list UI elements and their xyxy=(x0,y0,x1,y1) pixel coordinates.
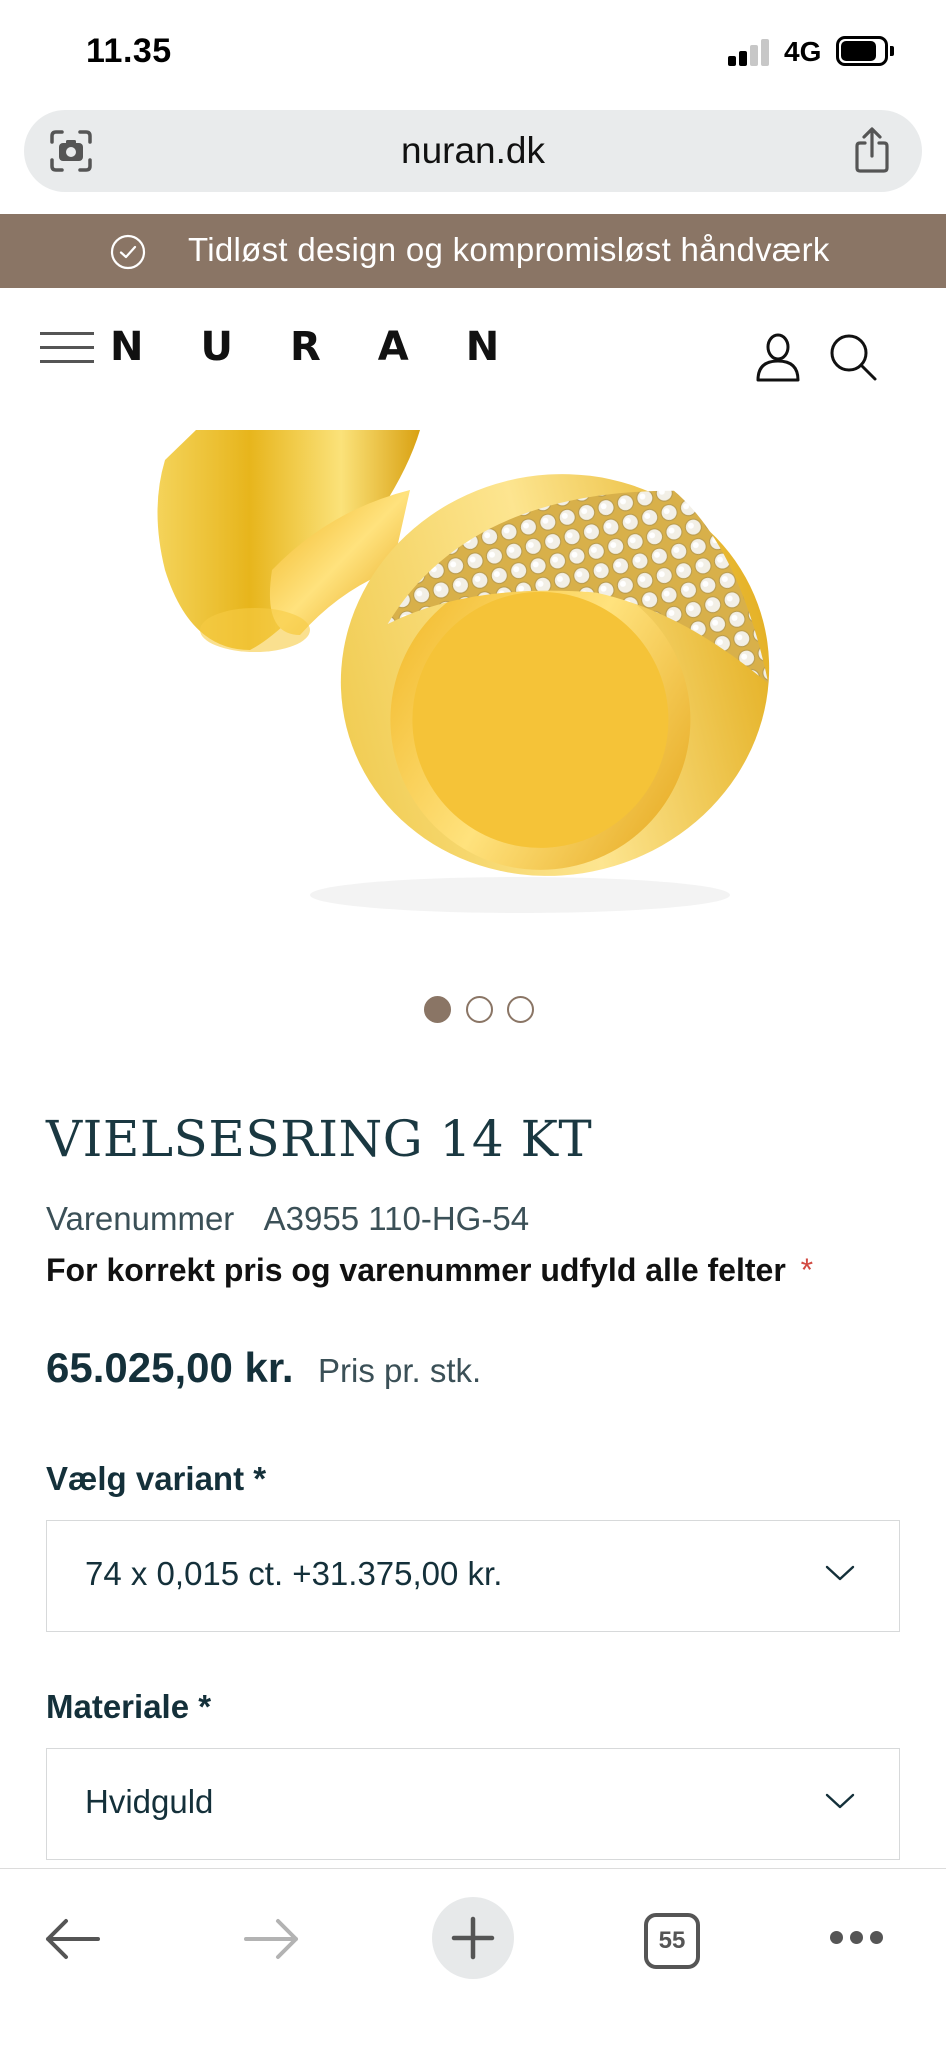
more-options-icon[interactable] xyxy=(830,1931,884,1945)
variant-label: Vælg variant * xyxy=(46,1460,267,1497)
sku-value: A3955 110-HG-54 xyxy=(263,1200,530,1237)
material-select-value: Hvidguld xyxy=(85,1783,214,1820)
carousel-dots xyxy=(424,996,534,1024)
pricing-notice-text: For korrekt pris og varenummer udfyld al… xyxy=(46,1252,786,1288)
hamburger-menu-icon[interactable] xyxy=(40,330,94,366)
price-note: Pris pr. stk. xyxy=(318,1352,482,1389)
announcement-text: Tidløst design og kompromisløst håndværk xyxy=(188,231,830,268)
sku-row: Varenummer A3955 110-HG-54 xyxy=(46,1200,529,1238)
pricing-notice: For korrekt pris og varenummer udfyld al… xyxy=(46,1252,813,1289)
signal-icon xyxy=(728,38,772,66)
carousel-dot-1[interactable] xyxy=(424,996,451,1023)
product-title: VIELSESRING 14 KT xyxy=(46,1110,593,1168)
battery-icon xyxy=(836,36,894,66)
carousel-dot-2[interactable] xyxy=(466,996,493,1023)
address-bar[interactable]: nuran.dk xyxy=(24,110,922,192)
chevron-down-icon xyxy=(825,1565,855,1581)
product-price: 65.025,00 kr. xyxy=(46,1344,294,1391)
sku-label: Varenummer xyxy=(46,1200,235,1237)
site-header: NURAN xyxy=(0,288,946,408)
product-image[interactable] xyxy=(0,420,946,940)
variant-select-value: 74 x 0,015 ct. +31.375,00 kr. xyxy=(85,1555,503,1592)
material-select[interactable]: Hvidguld xyxy=(46,1748,900,1860)
material-label: Materiale * xyxy=(46,1688,212,1725)
forward-arrow-icon[interactable] xyxy=(242,1917,302,1961)
tabs-button[interactable]: 55 xyxy=(644,1913,700,1969)
site-logo[interactable]: NURAN xyxy=(110,324,556,370)
carousel-dot-3[interactable] xyxy=(507,996,534,1023)
plus-icon xyxy=(451,1916,495,1960)
check-circle-icon xyxy=(110,234,146,270)
new-tab-button[interactable] xyxy=(432,1897,514,1979)
variant-select[interactable]: 74 x 0,015 ct. +31.375,00 kr. xyxy=(46,1520,900,1632)
price-row: 65.025,00 kr. Pris pr. stk. xyxy=(46,1344,481,1392)
browser-toolbar: 55 xyxy=(0,1868,946,2047)
back-arrow-icon[interactable] xyxy=(42,1917,102,1961)
status-time: 11.35 xyxy=(86,32,172,70)
search-icon[interactable] xyxy=(828,332,878,382)
account-icon[interactable] xyxy=(754,332,802,382)
chevron-down-icon xyxy=(825,1793,855,1809)
url-text[interactable]: nuran.dk xyxy=(24,130,922,172)
share-icon[interactable] xyxy=(852,126,892,174)
announcement-bar: Tidløst design og kompromisløst håndværk xyxy=(0,214,946,288)
wedding-rings-image xyxy=(157,430,770,913)
required-mark: * xyxy=(800,1252,814,1288)
status-bar: 11.35 4G xyxy=(0,0,946,100)
network-type: 4G xyxy=(784,36,822,67)
